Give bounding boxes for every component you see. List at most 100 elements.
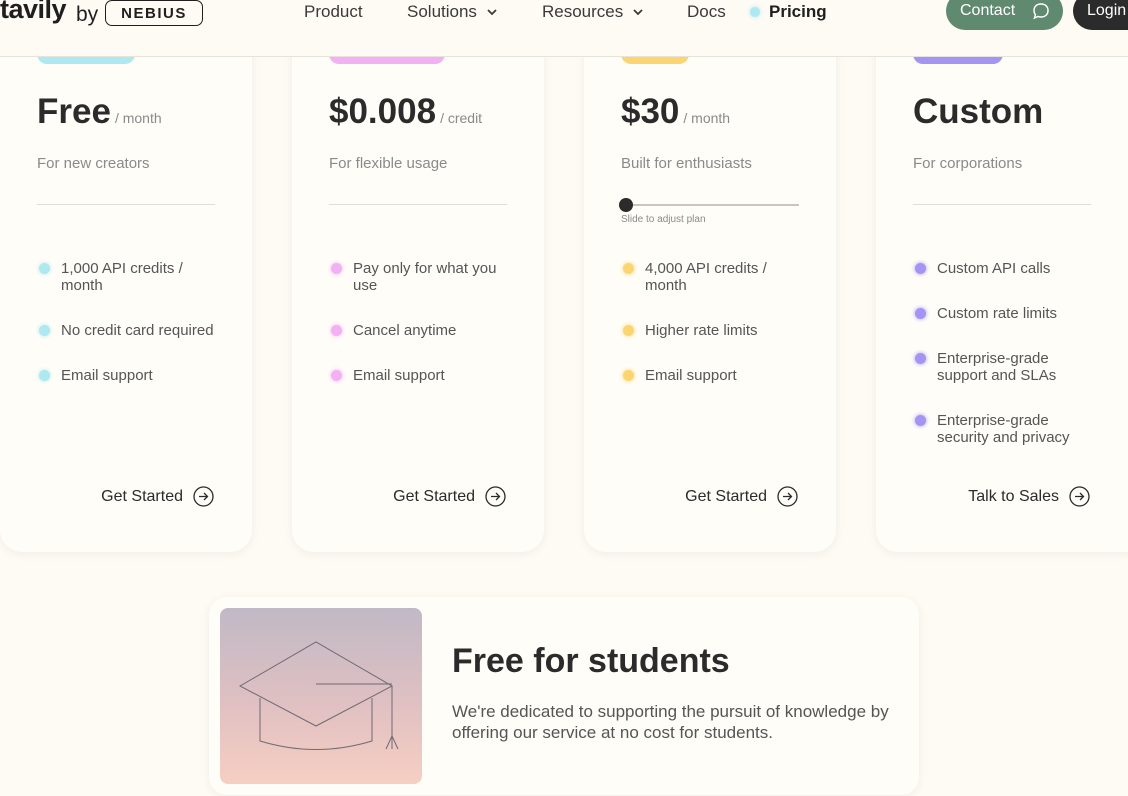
arrow-right-circle-icon [485,486,506,507]
feature-item: Custom API calls [913,260,1083,277]
plan-price-unit: / credit [440,110,483,126]
divider [913,204,1091,205]
logo-tavily[interactable]: tavily [0,0,67,25]
bullet-dot [915,263,926,274]
feature-item: Enterprise-grade security and privacy [913,412,1083,446]
bullet-dot [915,308,926,319]
bullet-dot [331,325,342,336]
bullet-dot [623,325,634,336]
feature-text: Custom rate limits [937,305,1058,322]
feature-item: Email support [37,367,227,384]
active-indicator-dot [750,7,760,17]
graduation-cap-icon [238,641,399,750]
nav-resources[interactable]: Resources [542,2,645,22]
feature-item: Custom rate limits [913,305,1083,322]
plan-card-pay-as-you-go: $0.008 / credit For flexible usage Pay o… [292,20,544,552]
get-started-button[interactable]: Get Started [393,486,506,507]
feature-item: 1,000 API credits / month [37,260,227,294]
bullet-dot [915,353,926,364]
feature-text: 1,000 API credits / month [61,260,183,294]
feature-text: Cancel anytime [353,322,457,339]
plan-slider-handle[interactable] [619,198,633,212]
nav-product-label: Product [304,2,363,21]
plan-price-value: Free [37,92,111,131]
students-description: We're dedicated to supporting the pursui… [452,702,889,742]
feature-item: 4,000 API credits / month [621,260,811,294]
plan-price: Custom [913,92,1043,132]
feature-list: 4,000 API credits / month Higher rate li… [621,260,811,412]
plan-price-value: $0.008 [329,92,437,131]
login-button-label: Login [1087,2,1127,19]
plan-subtitle: Built for enthusiasts [621,155,752,172]
plan-subtitle: For new creators [37,155,150,172]
get-started-button[interactable]: Get Started [101,486,214,507]
plan-price-unit: / month [114,110,162,126]
nav-pricing[interactable]: Pricing [769,2,827,22]
feature-item: Email support [329,367,519,384]
top-nav: tavily by NEBIUS Product Solutions Resou… [0,0,1128,57]
chevron-down-icon [487,9,497,16]
cta-label: Talk to Sales [968,487,1059,505]
chevron-down-icon [633,9,643,16]
contact-button[interactable]: Contact [946,0,1063,30]
feature-text: Email support [645,367,737,384]
plan-price: $30 / month [621,92,730,132]
arrow-right-circle-icon [1069,486,1090,507]
slider-hint: Slide to adjust plan [621,214,706,225]
plan-price: $0.008 / credit [329,92,482,132]
bullet-dot [623,263,634,274]
feature-text: 4,000 API credits / month [645,260,767,294]
chat-bubble-icon [1033,3,1049,20]
divider [37,204,215,205]
login-button[interactable]: Login [1073,0,1128,30]
nav-product[interactable]: Product [304,2,363,22]
get-started-button[interactable]: Get Started [685,486,798,507]
bullet-dot [915,415,926,426]
arrow-right-circle-icon [777,486,798,507]
bullet-dot [39,370,50,381]
feature-item: Higher rate limits [621,322,811,339]
feature-text: Email support [61,367,153,384]
logo-by: by [76,3,99,26]
plan-price-value: Custom [913,92,1044,131]
students-title: Free for students [452,642,730,680]
feature-text: Enterprise-grade support and SLAs [937,350,1057,384]
feature-text: Email support [353,367,445,384]
nav-solutions[interactable]: Solutions [407,2,499,22]
feature-item: No credit card required [37,322,227,339]
nav-docs[interactable]: Docs [687,2,726,22]
logo-nebius: NEBIUS [105,0,203,26]
feature-text: Custom API calls [937,260,1051,277]
nav-resources-label: Resources [542,2,624,21]
nav-docs-label: Docs [687,2,726,21]
bullet-dot [39,325,50,336]
divider [329,204,507,205]
plan-price-unit: / month [683,110,731,126]
plan-subtitle: For corporations [913,155,1023,172]
plan-card-free: Free / month For new creators 1,000 API … [0,20,252,552]
feature-item: Cancel anytime [329,322,519,339]
feature-list: Pay only for what you use Cancel anytime… [329,260,519,412]
bullet-dot [623,370,634,381]
feature-text: Enterprise-grade security and privacy [937,412,1070,446]
plan-card-enterprise: Custom For corporations Custom API calls… [876,20,1128,552]
feature-list: Custom API calls Custom rate limits Ente… [913,260,1083,474]
nav-pricing-label: Pricing [769,2,827,21]
plan-subtitle: For flexible usage [329,155,448,172]
cta-label: Get Started [685,487,767,505]
feature-text: Pay only for what you use [353,260,497,294]
plan-slider-track[interactable] [621,204,799,206]
arrow-right-circle-icon [193,486,214,507]
cta-label: Get Started [393,487,475,505]
talk-to-sales-button[interactable]: Talk to Sales [968,486,1090,507]
students-section: Free for students We're dedicated to sup… [209,597,919,795]
bullet-dot [331,263,342,274]
bullet-dot [331,370,342,381]
plan-price-value: $30 [621,92,680,131]
nav-solutions-label: Solutions [407,2,477,21]
feature-list: 1,000 API credits / month No credit card… [37,260,227,412]
graduation-cap-illustration [220,608,422,784]
plan-card-project: $30 / month Built for enthusiasts Slide … [584,20,836,552]
feature-item: Enterprise-grade support and SLAs [913,350,1083,384]
feature-item: Pay only for what you use [329,260,519,294]
